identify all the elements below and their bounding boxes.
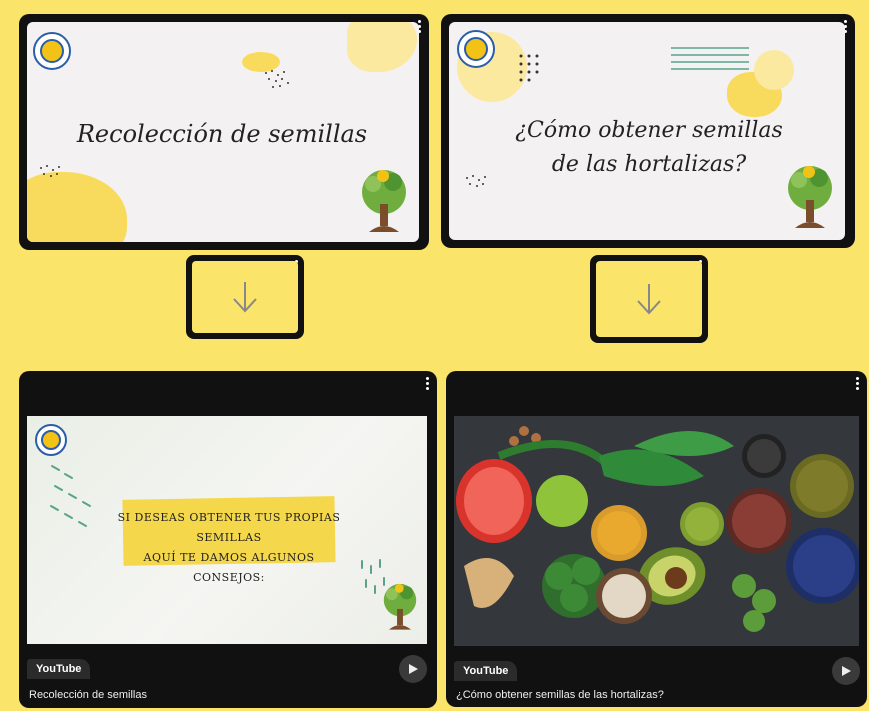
video-card-obtener[interactable]: YouTube ¿Cómo obtener semillas de las ho… (446, 371, 867, 707)
arrow-card-left[interactable] (186, 255, 304, 339)
banner-line1: SI DESEAS OBTENER TUS PROPIAS SEMILLAS (117, 511, 341, 544)
banner-line2: AQUÍ TE DAMOS ALGUNOS CONSEJOS: (143, 551, 315, 584)
arrow-card-right[interactable] (590, 255, 708, 343)
dots-pattern (519, 54, 539, 82)
slide-title-line2: de las hortalizas? (551, 152, 747, 177)
slide-title: Recolección de semillas (76, 120, 368, 148)
play-icon (842, 666, 851, 676)
dots-pattern (40, 165, 60, 177)
decorative-blob (347, 22, 417, 72)
tree-logo (383, 583, 417, 630)
school-logo (33, 32, 71, 70)
decorative-dashes (50, 465, 91, 527)
youtube-badge: YouTube (454, 661, 518, 681)
dots-pattern (265, 70, 289, 88)
video-thumbnail[interactable]: SI DESEAS OBTENER TUS PROPIAS SEMILLAS A… (27, 416, 427, 644)
youtube-badge: YouTube (27, 659, 91, 679)
arrow-down-icon (233, 282, 257, 313)
slide-preview: ¿Cómo obtener semillas de las hortalizas… (449, 22, 845, 240)
slide-card-obtener[interactable]: ¿Cómo obtener semillas de las hortalizas… (441, 14, 855, 248)
play-button[interactable] (832, 657, 860, 685)
vegetables-photo (454, 416, 859, 646)
slide-preview: Recolección de semillas (27, 22, 419, 242)
video-caption[interactable]: ¿Cómo obtener semillas de las hortalizas… (456, 689, 664, 701)
arrow-down-icon (637, 284, 661, 315)
video-caption[interactable]: Recolección de semillas (29, 689, 147, 701)
school-logo (35, 424, 67, 456)
decorative-lines (671, 47, 749, 70)
slide-card-recoleccion[interactable]: Recolección de semillas (19, 14, 429, 250)
play-icon (409, 664, 418, 674)
banner-text: SI DESEAS OBTENER TUS PROPIAS SEMILLAS A… (117, 508, 341, 588)
video-thumbnail[interactable] (454, 416, 859, 646)
play-button[interactable] (399, 655, 427, 683)
school-logo (457, 30, 495, 68)
decorative-blob (754, 50, 794, 90)
more-vertical-icon[interactable] (856, 377, 860, 390)
more-vertical-icon[interactable] (426, 377, 430, 390)
slide-title: ¿Cómo obtener semillas de las hortalizas… (489, 114, 809, 182)
slide-title-line1: ¿Cómo obtener semillas (515, 118, 783, 143)
video-card-recoleccion[interactable]: SI DESEAS OBTENER TUS PROPIAS SEMILLAS A… (19, 371, 437, 708)
tree-logo (362, 170, 406, 232)
